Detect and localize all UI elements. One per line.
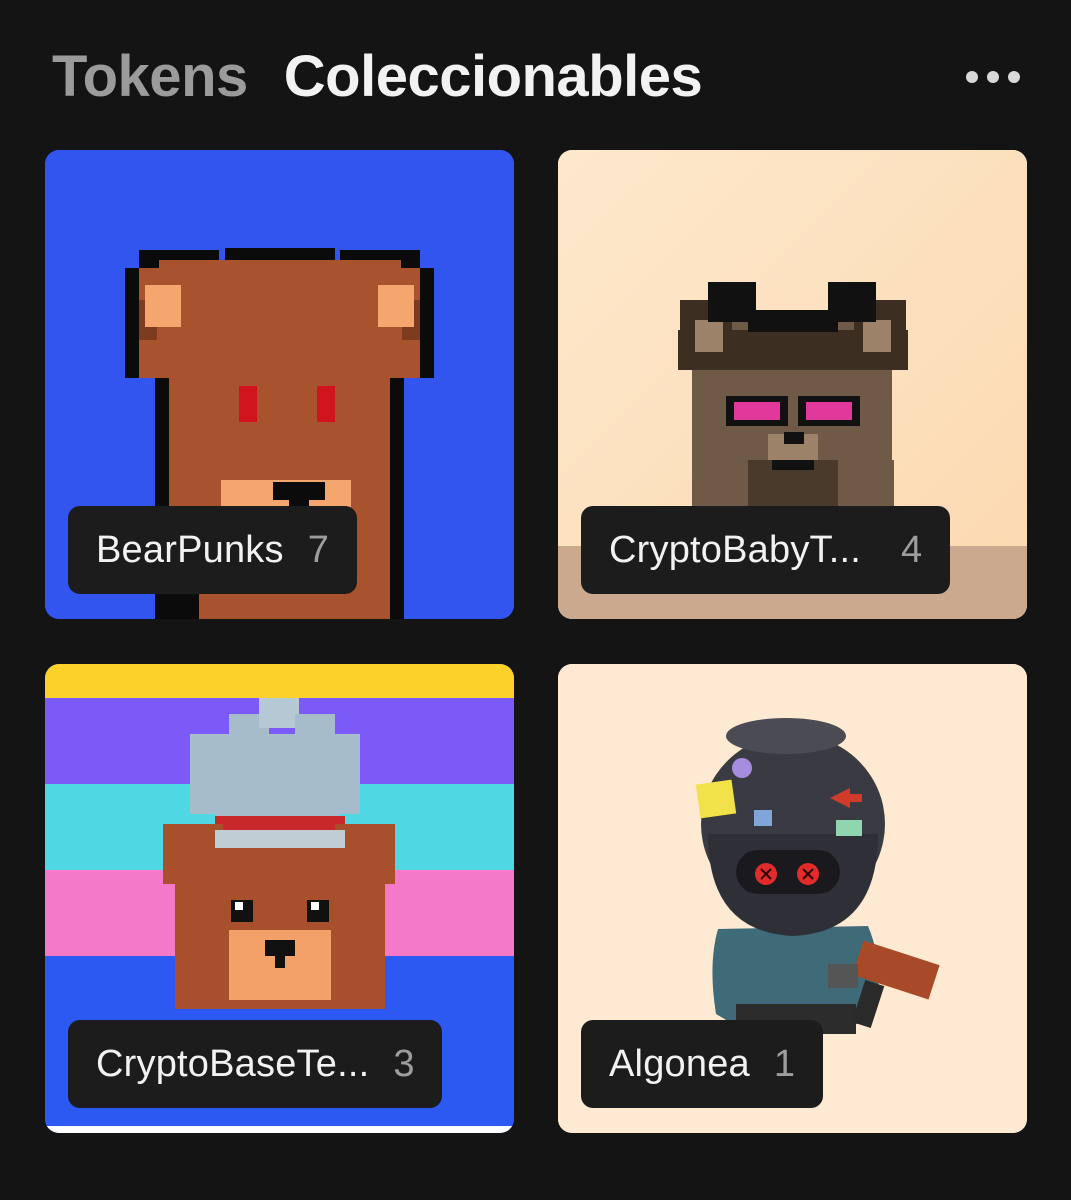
more-options-icon[interactable]: [962, 60, 1024, 94]
collection-card-bearpunks[interactable]: BearPunks 7: [45, 150, 514, 619]
collection-label: CryptoBaseTe... 3: [68, 1020, 443, 1108]
collection-card-cryptobase[interactable]: CryptoBaseTe... 3: [45, 664, 514, 1133]
tab-tokens[interactable]: Tokens: [52, 42, 248, 112]
collection-count: 4: [901, 528, 923, 571]
collection-count: 1: [773, 1042, 795, 1085]
collection-count: 3: [393, 1042, 415, 1085]
collection-card-cryptobaby[interactable]: CryptoBabyT... 4: [558, 150, 1027, 619]
collection-count: 7: [307, 528, 329, 571]
collection-label: BearPunks 7: [68, 506, 357, 594]
collection-name: Algonea: [609, 1042, 750, 1085]
collectibles-tabs: Tokens Coleccionables: [52, 42, 703, 112]
collection-name: BearPunks: [96, 528, 284, 571]
collection-card-algonea[interactable]: Algonea 1: [558, 664, 1027, 1133]
collection-label: CryptoBabyT... 4: [581, 506, 951, 594]
tab-collectibles[interactable]: Coleccionables: [284, 42, 703, 112]
collection-name: CryptoBabyT...: [609, 528, 862, 571]
collection-label: Algonea 1: [581, 1020, 823, 1108]
collection-name: CryptoBaseTe...: [96, 1042, 370, 1085]
